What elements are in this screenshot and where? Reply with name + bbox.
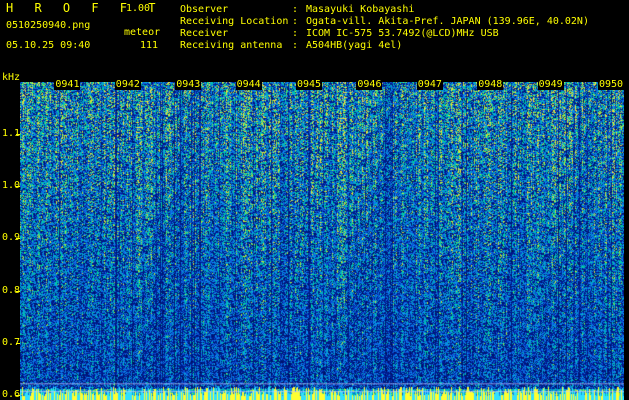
spectrogram-canvas — [20, 82, 624, 400]
time-label: 0942 — [114, 79, 141, 90]
spectrogram — [20, 82, 624, 400]
time-label: 0950 — [598, 79, 625, 90]
mode-label: meteor — [124, 27, 161, 38]
meteor-count: 111 — [140, 40, 159, 51]
meta-value-location: Ogata-vill. Akita-Pref. JAPAN (139.96E, … — [306, 16, 589, 27]
meta-separator: : — [292, 40, 299, 51]
app-version: 1.00 — [126, 3, 151, 14]
y-tick-mark — [16, 134, 20, 136]
y-tick-mark — [16, 238, 20, 240]
file-name: 0510250940.png — [6, 20, 91, 31]
time-label: 0948 — [477, 79, 504, 90]
time-label: 0946 — [356, 79, 383, 90]
time-label: 0947 — [416, 79, 443, 90]
meta-separator: : — [292, 28, 299, 39]
y-tick-mark — [16, 186, 20, 188]
meta-label-antenna: Receiving antenna — [180, 40, 283, 51]
meta-value-receiver: ICOM IC-575 53.7492(@LCD)MHz USB — [306, 28, 499, 39]
meta-value-antenna: A504HB(yagi 4el) — [306, 40, 403, 51]
time-label: 0941 — [54, 79, 81, 90]
y-tick-mark — [16, 342, 20, 344]
meta-separator: : — [292, 4, 299, 15]
meta-value-observer: Masayuki Kobayashi — [306, 4, 415, 15]
time-label: 0945 — [296, 79, 323, 90]
meta-label-receiver: Receiver — [180, 28, 229, 39]
meta-label-location: Receiving Location — [180, 16, 289, 27]
meta-label-observer: Observer — [180, 4, 229, 15]
time-label: 0943 — [175, 79, 202, 90]
y-tick-mark — [16, 290, 20, 292]
date-time: 05.10.25 09:40 — [6, 40, 91, 51]
meta-separator: : — [292, 16, 299, 27]
y-tick-mark — [16, 394, 20, 396]
time-label: 0944 — [235, 79, 262, 90]
y-axis-unit: kHz — [2, 72, 21, 83]
time-label: 0949 — [537, 79, 564, 90]
